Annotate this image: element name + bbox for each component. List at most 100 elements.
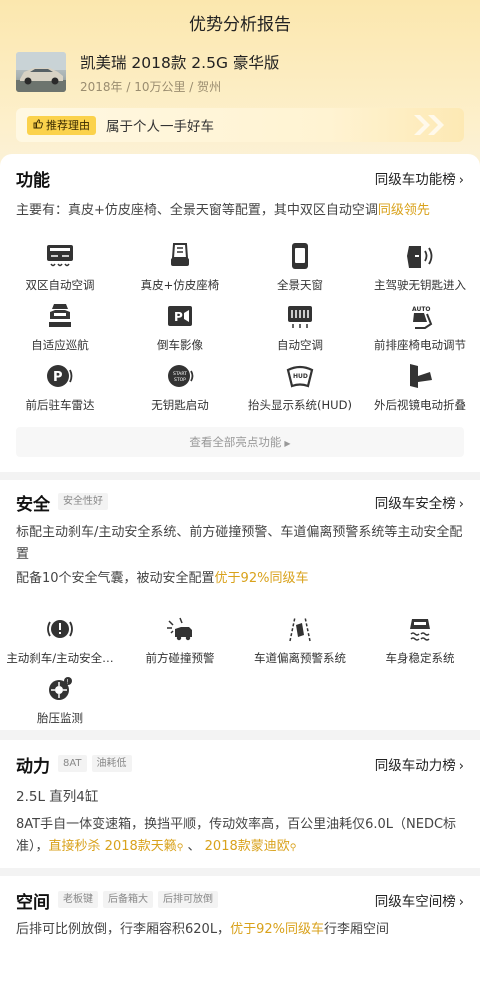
feature-label: 真皮+仿皮座椅 — [140, 278, 220, 292]
feature-item[interactable]: 双区自动空调 — [0, 242, 120, 293]
dual-zone-ac-icon — [47, 245, 73, 267]
features-rank-label: 同级车功能榜 — [374, 172, 456, 188]
power-tag: 油耗低 — [91, 755, 132, 772]
safety-tags: 安全性好 — [58, 493, 113, 510]
tire-pressure-icon: ! — [49, 677, 72, 700]
safety-passive-highlight: 优于92%同级车 — [214, 571, 309, 586]
power-compare-prefix: 直接秒杀 — [48, 839, 101, 854]
feature-label: 双区自动空调 — [25, 278, 95, 292]
feature-label: 自动空调 — [277, 338, 323, 352]
chevron-right-icon: › — [458, 497, 464, 512]
leather-seat-icon — [171, 243, 189, 266]
safety-active-desc: 标配主动刹车/主动安全系统、前方碰撞预警、车道偏离预警系统等主动安全配置 — [16, 525, 463, 562]
feature-label: 全景天窗 — [277, 278, 323, 292]
panoramic-sunroof-icon — [292, 243, 308, 269]
reason-chip-label: 推荐理由 — [46, 119, 90, 132]
feature-label: 抬头显示系统(HUD) — [248, 398, 352, 412]
safety-tag: 安全性好 — [58, 493, 108, 510]
power-tag: 8AT — [58, 755, 87, 772]
view-all-features-button[interactable]: 查看全部亮点功能 ▶ — [16, 427, 464, 457]
feature-item[interactable]: 自适应巡航 — [0, 302, 120, 353]
feature-item[interactable]: 真皮+仿皮座椅 — [120, 242, 240, 293]
compare-link-tianlai[interactable]: 2018款天籁⚲ — [105, 839, 184, 854]
search-icon: ⚲ — [176, 843, 184, 853]
power-card: 动力 8AT 油耗低 同级车动力榜 › 2.5L 直列4缸 8AT手自一体变速箱，… — [0, 740, 480, 868]
reason-text: 属于个人一手好车 — [106, 119, 214, 135]
space-tags: 老板键 后备箱大 后排可放倒 — [58, 891, 223, 908]
reason-chip: 推荐理由 — [27, 115, 96, 135]
feature-label: 主驾驶无钥匙进入 — [374, 278, 466, 292]
reverse-camera-icon: P — [168, 306, 192, 326]
svg-text:HUD: HUD — [293, 373, 308, 380]
feature-item[interactable]: AUTO 前排座椅电动调节 — [360, 302, 480, 353]
power-title: 动力 — [16, 757, 50, 777]
space-card: 空间 老板键 后备箱大 后排可放倒 同级车空间榜 › 后排可比例放倒，行李厢容积6… — [0, 876, 480, 999]
space-desc: 后排可比例放倒，行李厢容积620L，优于92%同级车行李厢空间 — [16, 919, 466, 941]
space-title: 空间 — [16, 893, 50, 913]
compare-link-mondeo[interactable]: 2018款蒙迪欧⚲ — [205, 839, 297, 854]
stability-control-icon — [410, 619, 430, 641]
safety-label: 车身稳定系统 — [385, 651, 455, 665]
safety-passive-text: 配备10个安全气囊，被动安全配置 — [16, 571, 215, 586]
feature-label: 倒车影像 — [157, 338, 203, 352]
safety-item[interactable]: 车道偏离预警系统 — [240, 615, 360, 666]
page-title: 优势分析报告 — [189, 15, 291, 35]
svg-text:AUTO: AUTO — [412, 306, 431, 313]
safety-rank-label: 同级车安全榜 — [374, 496, 456, 512]
feature-item[interactable]: P 前后驻车雷达 — [0, 362, 120, 413]
space-desc-highlight: 优于92%同级车 — [230, 922, 324, 937]
feature-item[interactable]: 主驾驶无钥匙进入 — [360, 242, 480, 293]
hud-icon: HUD — [286, 365, 314, 388]
feature-item[interactable]: P 倒车影像 — [120, 302, 240, 353]
car-summary[interactable]: 凯美瑞 2018款 2.5G 豪华版 2018年 / 10万公里 / 贺州 — [16, 52, 279, 95]
svg-text:!: ! — [67, 679, 69, 686]
svg-text:STOP: STOP — [174, 377, 186, 383]
features-summary: 主要有：真皮+仿皮座椅、全景天窗等配置，其中双区自动空调同级领先 — [16, 200, 466, 222]
feature-item[interactable]: HUD 抬头显示系统(HUD) — [240, 362, 360, 413]
car-thumbnail — [16, 52, 66, 92]
features-summary-text: 主要有：真皮+仿皮座椅、全景天窗等配置，其中双区自动空调 — [16, 203, 378, 218]
keyless-start-icon: START STOP — [168, 365, 194, 387]
chevron-decor-icon — [414, 115, 444, 135]
svg-text:P: P — [174, 310, 183, 324]
thumbs-up-icon — [33, 118, 43, 132]
safety-item[interactable]: ! 胎压监测 — [0, 675, 120, 726]
chevron-right-icon: › — [458, 759, 464, 774]
feature-label: 无钥匙启动 — [151, 398, 209, 412]
features-rank-link[interactable]: 同级车功能榜 › — [375, 168, 464, 188]
safety-label: 前方碰撞预警 — [145, 651, 215, 665]
auto-ac-icon — [288, 306, 312, 328]
svg-text:P: P — [53, 370, 63, 385]
features-title: 功能 — [16, 171, 50, 191]
feature-item[interactable]: 自动空调 — [240, 302, 360, 353]
adaptive-cruise-icon — [49, 304, 71, 327]
feature-item[interactable]: START STOP 无钥匙启动 — [120, 362, 240, 413]
space-desc-suffix: 行李厢空间 — [323, 922, 389, 937]
svg-text:START: START — [173, 371, 187, 377]
safety-item[interactable]: 主动刹车/主动安全… — [0, 615, 120, 666]
feature-item[interactable]: 外后视镜电动折叠 — [360, 362, 480, 413]
feature-label: 前排座椅电动调节 — [374, 338, 466, 352]
space-tag: 老板键 — [58, 891, 98, 908]
space-desc-text: 后排可比例放倒，行李厢容积620L， — [16, 922, 231, 937]
space-rank-link[interactable]: 同级车空间榜 › — [375, 890, 464, 910]
safety-passive-desc: 配备10个安全气囊，被动安全配置优于92%同级车 — [16, 568, 466, 590]
feature-item[interactable]: 全景天窗 — [240, 242, 360, 293]
safety-item[interactable]: 车身稳定系统 — [360, 615, 480, 666]
safety-title: 安全 — [16, 495, 50, 515]
keyless-entry-icon — [407, 246, 433, 268]
mirror-fold-icon — [410, 364, 432, 388]
car-name: 凯美瑞 2018款 2.5G 豪华版 — [80, 54, 280, 72]
power-desc: 8AT手自一体变速箱，换挡平顺，传动效率高，百公里油耗仅6.0L（NEDC标准）… — [16, 814, 466, 859]
view-all-label: 查看全部亮点功能 — [189, 435, 282, 449]
reason-bar: 推荐理由 属于个人一手好车 — [16, 108, 464, 142]
feature-label: 前后驻车雷达 — [25, 398, 95, 412]
power-link-separator: 、 — [187, 839, 201, 854]
safety-item[interactable]: 前方碰撞预警 — [120, 615, 240, 666]
safety-label: 车道偏离预警系统 — [254, 651, 346, 665]
power-engine: 2.5L 直列4缸 — [16, 789, 99, 805]
power-rank-link[interactable]: 同级车动力榜 › — [375, 754, 464, 774]
lane-departure-icon — [289, 616, 311, 642]
search-icon: ⚲ — [289, 843, 297, 853]
safety-rank-link[interactable]: 同级车安全榜 › — [375, 492, 464, 512]
